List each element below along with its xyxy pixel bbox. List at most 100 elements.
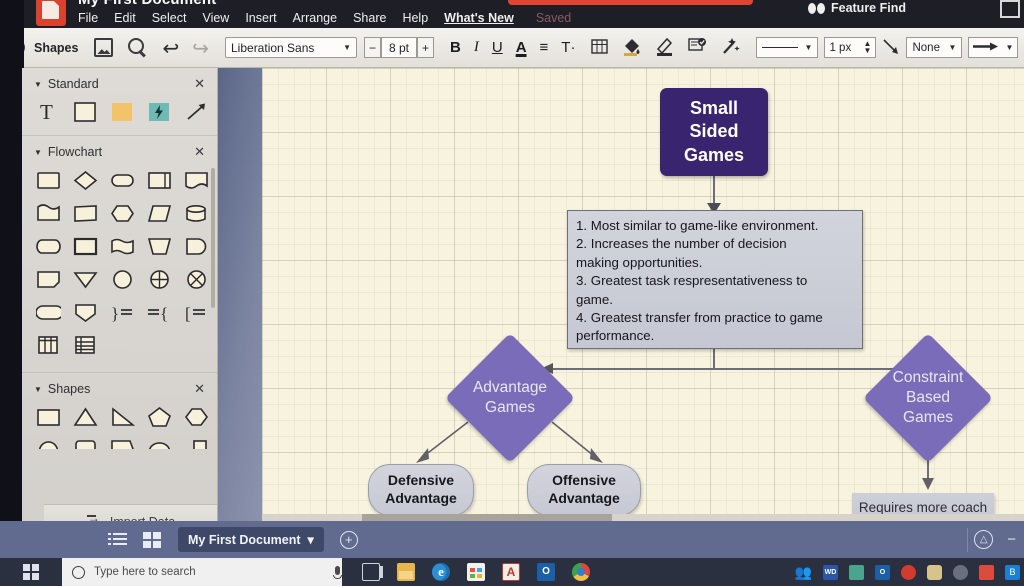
flowchart-bracket-shape[interactable]: [ — [184, 300, 209, 323]
flowchart-multidocument-shape[interactable] — [36, 201, 61, 224]
search-icon[interactable] — [127, 38, 146, 57]
shape-triangle[interactable] — [73, 405, 98, 428]
zoom-out-button[interactable]: − — [1007, 531, 1016, 548]
comment-check-icon[interactable] — [688, 37, 707, 58]
node-notes-textbox[interactable]: 1. Most similar to game-like environment… — [567, 210, 863, 349]
flowchart-terminator-shape[interactable] — [110, 168, 135, 191]
redo-icon[interactable]: ↪ — [192, 38, 209, 58]
shapes-panel-label[interactable]: Shapes — [34, 41, 78, 55]
document-tab[interactable]: My First Document ▾ — [178, 527, 324, 552]
flowchart-stored-data-shape[interactable] — [36, 300, 61, 323]
chevron-down-icon-flowchart[interactable]: ▼ — [34, 148, 42, 157]
shape-sticky-note[interactable] — [110, 100, 135, 123]
menu-item-file[interactable]: File — [78, 11, 98, 25]
security-shield-tray-icon[interactable] — [979, 564, 994, 580]
flowchart-wave-shape[interactable] — [110, 234, 135, 257]
sidebar-scrollbar[interactable] — [211, 168, 215, 308]
flowchart-predefined-process-shape[interactable] — [147, 168, 172, 191]
node-constraint-based-games[interactable]: Constraint Based Games — [862, 332, 994, 464]
chrome-icon[interactable] — [572, 563, 590, 581]
list-view-icon[interactable] — [108, 532, 127, 548]
menu-item-whats-new[interactable]: What's New — [444, 11, 514, 25]
western-digital-tray-icon[interactable]: WD — [823, 564, 838, 580]
section-header-standard[interactable]: ▼ Standard ✕ — [22, 68, 217, 96]
outlook-tray-icon[interactable]: O — [875, 564, 890, 580]
adobe-acrobat-icon[interactable]: A — [502, 563, 520, 581]
file-explorer-icon[interactable] — [397, 563, 415, 581]
flowchart-merge-triangle-shape[interactable] — [73, 267, 98, 290]
flowchart-rows-shape[interactable] — [73, 333, 98, 356]
bluetooth-tray-icon[interactable]: B — [1005, 564, 1020, 580]
menu-item-help[interactable]: Help — [402, 11, 428, 25]
green-tray-icon[interactable] — [849, 564, 864, 580]
table-icon[interactable] — [591, 38, 609, 58]
taskbar-search-input[interactable]: Type here to search — [62, 558, 342, 586]
shape-hexagon[interactable] — [184, 405, 209, 428]
flowchart-hexagon-shape[interactable] — [110, 201, 135, 224]
window-maximize-button[interactable] — [1000, 0, 1020, 18]
line-width-stepper[interactable]: 1 px ▲ ▼ — [824, 37, 877, 58]
node-offensive-advantage[interactable]: Offensive Advantage — [527, 464, 641, 516]
node-small-sided-games[interactable]: Small Sided Games — [660, 88, 768, 176]
font-size-stepper[interactable]: − 8 pt + — [364, 37, 434, 58]
font-size-increase[interactable]: + — [417, 37, 434, 58]
close-icon-standard[interactable]: ✕ — [194, 76, 205, 92]
arrow-end-select[interactable]: ▼ — [968, 37, 1019, 58]
section-header-flowchart[interactable]: ▼ Flowchart ✕ — [22, 136, 217, 164]
arrow-start-select[interactable]: None ▼ — [906, 37, 963, 58]
shape-partial-arrow[interactable] — [110, 438, 135, 449]
flowchart-direct-access-shape[interactable] — [36, 234, 61, 257]
diagram-canvas[interactable]: Small Sided Games 1. Most similar to gam… — [262, 68, 1024, 520]
line-width-spin[interactable]: ▲ ▼ — [864, 40, 872, 54]
italic-button[interactable]: I — [474, 39, 479, 56]
flowchart-internal-storage-shape[interactable] — [73, 234, 98, 257]
chevron-down-icon-shapes[interactable]: ▼ — [34, 385, 42, 394]
flowchart-brace-left-shape[interactable]: { — [147, 300, 172, 323]
font-color-button[interactable]: A — [516, 39, 527, 56]
connector-icon[interactable] — [882, 37, 900, 58]
flowchart-extract-shape[interactable] — [73, 300, 98, 323]
text-options-button[interactable]: T· — [561, 39, 575, 56]
network-tray-icon[interactable] — [953, 564, 968, 580]
flowchart-decision-shape[interactable] — [73, 168, 98, 191]
shape-arrow[interactable] — [184, 100, 209, 123]
promo-banner[interactable] — [508, 0, 753, 5]
shape-rectangle[interactable] — [73, 100, 98, 123]
outlook-icon[interactable]: O — [537, 563, 555, 581]
shape-lightning[interactable] — [147, 100, 172, 123]
flowchart-document-shape[interactable] — [184, 168, 209, 191]
cloud-tray-icon[interactable] — [927, 564, 942, 580]
menu-item-arrange[interactable]: Arrange — [293, 11, 337, 25]
shape-pentagon[interactable] — [147, 405, 172, 428]
flowchart-summing-junction-shape[interactable] — [147, 267, 172, 290]
flowchart-process-shape[interactable] — [36, 168, 61, 191]
people-icon[interactable]: 👥 — [795, 564, 812, 581]
shape-text-tool[interactable]: T — [36, 100, 61, 123]
close-icon-shapes[interactable]: ✕ — [194, 381, 205, 397]
node-defensive-advantage[interactable]: Defensive Advantage — [368, 464, 474, 516]
section-header-shapes[interactable]: ▼ Shapes ✕ — [22, 373, 217, 401]
font-size-value[interactable]: 8 pt — [381, 37, 417, 58]
font-size-decrease[interactable]: − — [364, 37, 381, 58]
undo-icon[interactable]: ↩ — [162, 38, 179, 58]
shape-square[interactable] — [36, 405, 61, 428]
menu-item-insert[interactable]: Insert — [245, 11, 276, 25]
flowchart-parallelogram-shape[interactable] — [147, 201, 172, 224]
shape-partial-rounded[interactable] — [73, 438, 98, 449]
close-icon-flowchart[interactable]: ✕ — [194, 144, 205, 160]
grid-view-icon[interactable] — [143, 531, 162, 548]
shape-partial-circle[interactable] — [36, 438, 61, 449]
flowchart-trapezoid-shape[interactable] — [147, 234, 172, 257]
node-advantage-games[interactable]: Advantage Games — [444, 332, 576, 464]
line-style-select[interactable]: ▼ — [756, 37, 819, 58]
insert-image-icon[interactable] — [94, 38, 114, 57]
canvas-scroll-thumb[interactable] — [362, 514, 612, 521]
shape-partial-small-square[interactable] — [184, 438, 209, 449]
flowchart-or-junction-shape[interactable] — [184, 267, 209, 290]
start-button[interactable] — [0, 558, 62, 586]
microsoft-store-icon[interactable] — [467, 563, 485, 581]
microphone-icon[interactable] — [333, 565, 342, 579]
bold-button[interactable]: B — [450, 39, 461, 56]
menu-item-select[interactable]: Select — [152, 11, 187, 25]
feature-find-button[interactable]: Feature Find — [807, 1, 906, 15]
